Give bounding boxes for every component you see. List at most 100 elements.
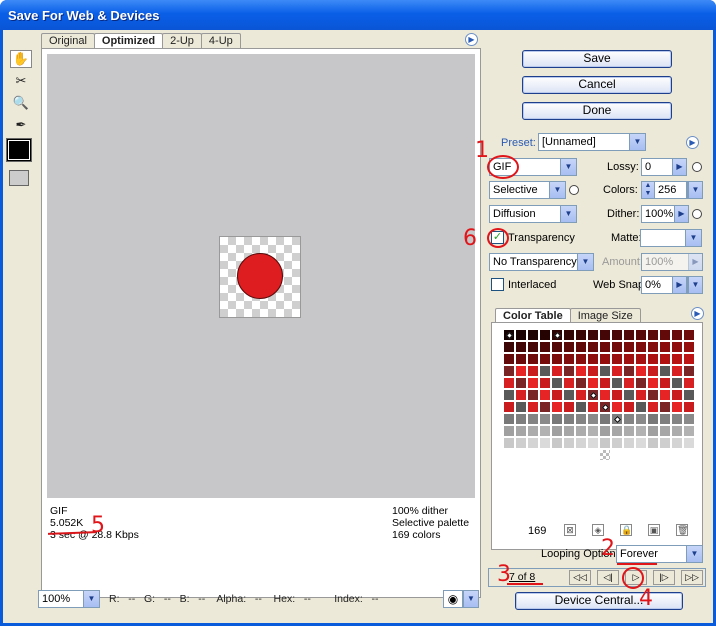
color-swatch[interactable] <box>539 437 551 449</box>
eyedropper-color-swatch[interactable] <box>6 138 32 162</box>
color-swatch[interactable] <box>647 341 659 353</box>
color-swatch[interactable] <box>527 329 539 341</box>
new-color-icon[interactable]: ▣ <box>648 524 660 536</box>
chevron-right-icon[interactable]: ▶ <box>672 159 686 175</box>
color-swatch[interactable] <box>539 353 551 365</box>
preview-menu-icon[interactable]: ▶ <box>465 33 478 46</box>
optimize-menu-icon[interactable]: ▶ <box>686 136 699 149</box>
color-swatch[interactable] <box>515 437 527 449</box>
color-swatch[interactable] <box>515 449 527 461</box>
color-swatch[interactable] <box>611 437 623 449</box>
color-swatch[interactable] <box>635 341 647 353</box>
color-swatch[interactable] <box>563 365 575 377</box>
color-swatch[interactable] <box>587 389 599 401</box>
color-swatch[interactable] <box>515 401 527 413</box>
cancel-button[interactable]: Cancel <box>522 76 672 94</box>
color-swatch[interactable] <box>623 401 635 413</box>
colors-dropdown[interactable]: ▼ <box>687 181 703 199</box>
color-swatch[interactable] <box>599 449 611 461</box>
color-swatch[interactable] <box>611 449 623 461</box>
color-swatch[interactable] <box>659 389 671 401</box>
color-swatch[interactable] <box>503 425 515 437</box>
color-swatch[interactable] <box>659 449 671 461</box>
lossy-mask-icon[interactable] <box>692 162 702 172</box>
color-swatch[interactable] <box>623 353 635 365</box>
color-swatch[interactable] <box>539 413 551 425</box>
color-swatch[interactable] <box>575 437 587 449</box>
color-swatch[interactable] <box>551 389 563 401</box>
color-swatch[interactable] <box>587 437 599 449</box>
done-button[interactable]: Done <box>522 102 672 120</box>
color-swatch[interactable] <box>563 401 575 413</box>
websnap-field[interactable]: 0% ▶ <box>641 276 687 294</box>
preset-select[interactable]: [Unnamed] ▼ <box>538 133 646 151</box>
color-swatch[interactable] <box>551 353 563 365</box>
color-swatch[interactable] <box>683 377 695 389</box>
chevron-down-icon[interactable]: ▼ <box>463 590 479 608</box>
color-swatch[interactable] <box>515 329 527 341</box>
color-swatch[interactable] <box>575 377 587 389</box>
browser-icon[interactable]: ◉ <box>443 590 463 608</box>
color-swatch[interactable] <box>659 401 671 413</box>
color-swatch[interactable] <box>683 341 695 353</box>
color-swatch[interactable] <box>623 425 635 437</box>
color-swatch[interactable] <box>587 413 599 425</box>
color-swatch[interactable] <box>575 341 587 353</box>
color-swatch[interactable] <box>503 365 515 377</box>
tab-original[interactable]: Original <box>41 33 95 49</box>
color-swatch[interactable] <box>587 449 599 461</box>
eyedropper-icon[interactable]: ✒ <box>10 116 32 134</box>
color-swatch[interactable] <box>527 341 539 353</box>
color-swatch[interactable] <box>599 425 611 437</box>
color-swatch[interactable] <box>539 365 551 377</box>
color-swatch[interactable] <box>515 389 527 401</box>
color-swatch[interactable] <box>563 413 575 425</box>
color-swatch[interactable] <box>635 365 647 377</box>
color-swatch[interactable] <box>515 365 527 377</box>
color-swatch[interactable] <box>671 425 683 437</box>
color-swatch[interactable] <box>659 353 671 365</box>
transparency-dither-select[interactable]: No Transparency ... ▼ <box>489 253 594 271</box>
color-swatch[interactable] <box>599 329 611 341</box>
color-swatch[interactable] <box>563 449 575 461</box>
dither-mask-icon[interactable] <box>692 209 702 219</box>
color-swatch[interactable] <box>551 425 563 437</box>
color-swatch[interactable] <box>635 389 647 401</box>
color-swatch[interactable] <box>683 401 695 413</box>
color-swatch[interactable] <box>647 437 659 449</box>
color-swatch[interactable] <box>527 389 539 401</box>
color-swatch[interactable] <box>671 389 683 401</box>
color-swatch[interactable] <box>527 437 539 449</box>
color-swatch[interactable] <box>551 329 563 341</box>
colors-stepper[interactable]: ▲ ▼ <box>642 182 655 198</box>
color-swatch[interactable] <box>575 413 587 425</box>
matte-select[interactable]: ▼ <box>640 229 702 247</box>
last-frame-icon[interactable]: ▷▷ <box>681 570 703 585</box>
tab-2-up[interactable]: 2-Up <box>162 33 202 49</box>
hand-icon[interactable]: ✋ <box>10 50 32 68</box>
color-swatch[interactable] <box>563 425 575 437</box>
color-swatch[interactable] <box>599 389 611 401</box>
color-swatch[interactable] <box>551 401 563 413</box>
color-swatch[interactable] <box>599 341 611 353</box>
color-swatch[interactable] <box>503 377 515 389</box>
zoom-icon[interactable]: 🔍 <box>10 94 32 112</box>
transparency-label[interactable]: Transparency <box>508 232 575 244</box>
color-swatch[interactable] <box>647 353 659 365</box>
reduction-mask-icon[interactable] <box>569 185 579 195</box>
preview-canvas[interactable] <box>47 54 475 498</box>
color-swatch[interactable] <box>575 353 587 365</box>
interlaced-label[interactable]: Interlaced <box>508 279 556 291</box>
color-swatch[interactable] <box>599 401 611 413</box>
color-swatch[interactable] <box>563 437 575 449</box>
color-swatch[interactable] <box>683 449 695 461</box>
color-swatch[interactable] <box>623 449 635 461</box>
color-table-grid[interactable] <box>503 329 695 461</box>
color-swatch[interactable] <box>503 353 515 365</box>
web-shift-icon[interactable]: ◈ <box>592 524 604 536</box>
color-swatch[interactable] <box>587 365 599 377</box>
color-swatch[interactable] <box>647 401 659 413</box>
lock-icon[interactable]: 🔒 <box>620 524 632 536</box>
color-swatch[interactable] <box>683 329 695 341</box>
color-swatch[interactable] <box>611 365 623 377</box>
